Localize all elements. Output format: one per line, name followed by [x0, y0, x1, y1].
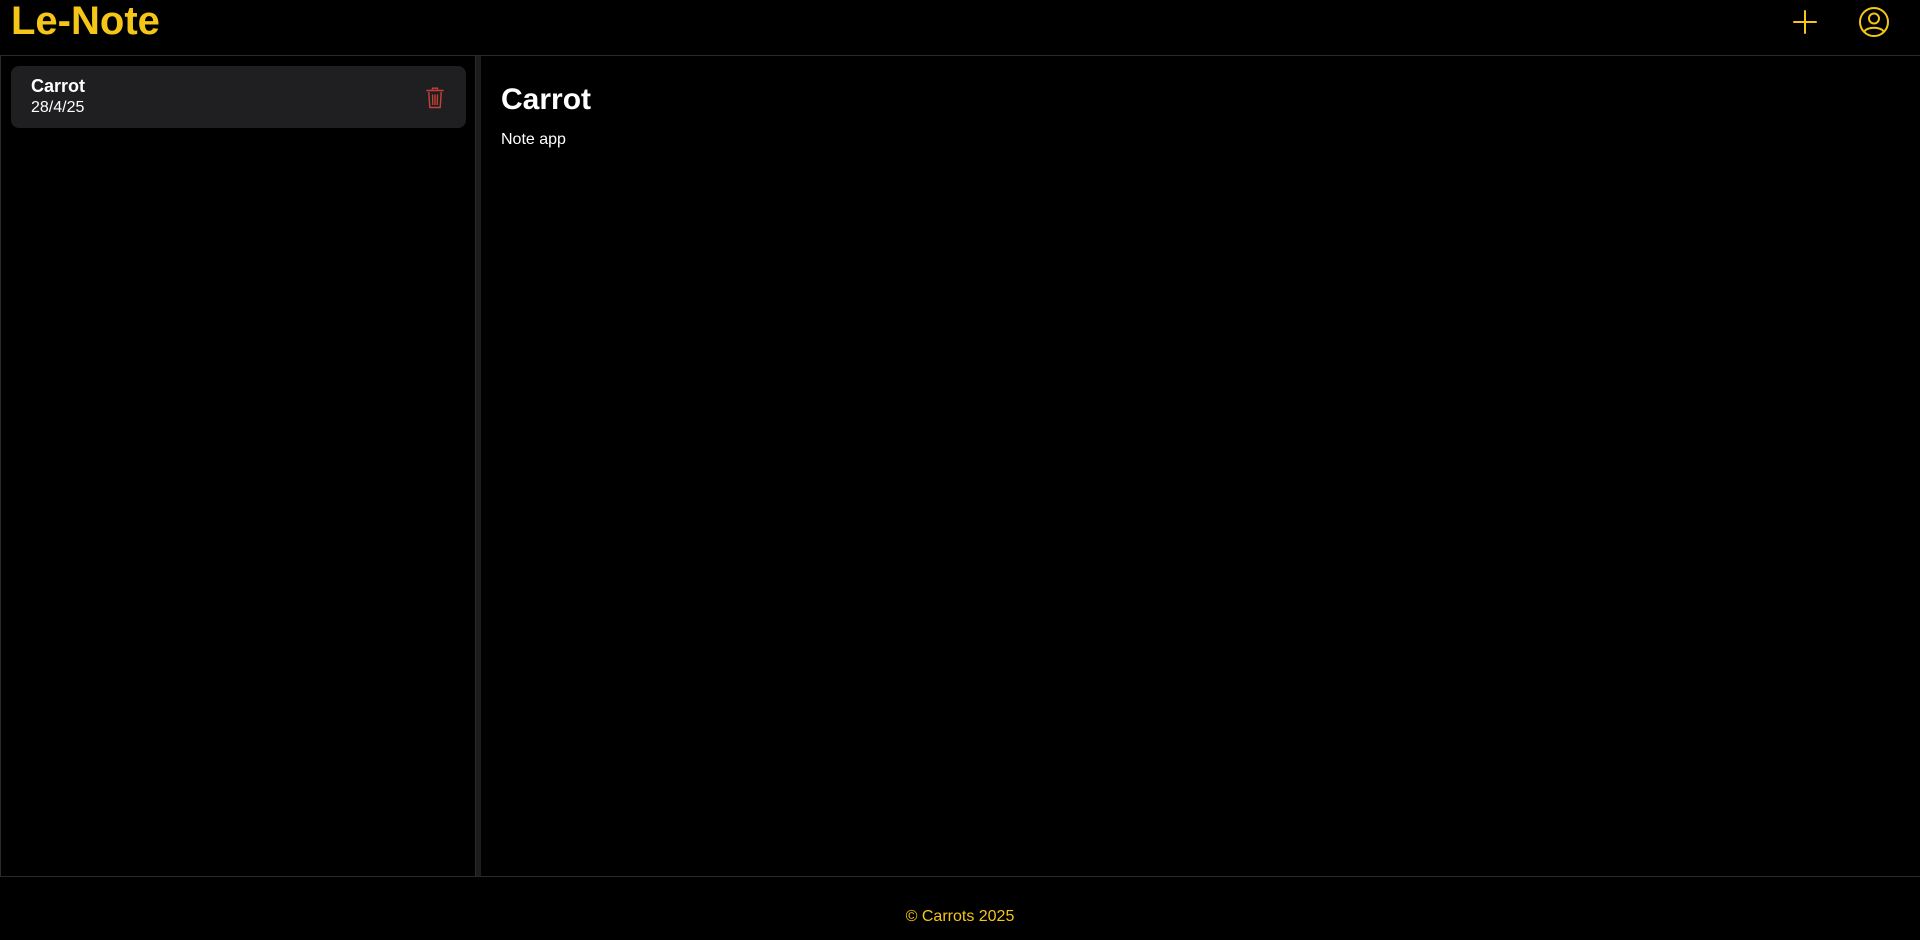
user-circle-icon — [1859, 7, 1889, 37]
note-body: Note app — [501, 131, 566, 148]
profile-button[interactable] — [1856, 4, 1892, 40]
top-bar: Le-Note — [0, 0, 1920, 56]
delete-note-button[interactable] — [424, 86, 446, 110]
add-note-button[interactable] — [1787, 4, 1823, 40]
footer: © Carrots 2025 — [0, 876, 1920, 940]
plus-icon — [1793, 10, 1817, 34]
notes-sidebar: Carrot 28/4/25 — [0, 56, 476, 876]
app-logo[interactable]: Le-Note — [11, 0, 160, 45]
note-list-item[interactable]: Carrot 28/4/25 — [11, 66, 466, 128]
note-item-date: 28/4/25 — [31, 99, 85, 116]
note-title: Carrot — [501, 83, 592, 116]
copyright-text: © Carrots 2025 — [905, 908, 1015, 925]
trash-icon — [426, 87, 444, 109]
note-item-title: Carrot — [31, 76, 86, 96]
note-viewer: Carrot Note app — [481, 56, 1920, 876]
app-root: Le-Note Carrot 28/4/25 Carrot Note app ©… — [0, 0, 1920, 940]
